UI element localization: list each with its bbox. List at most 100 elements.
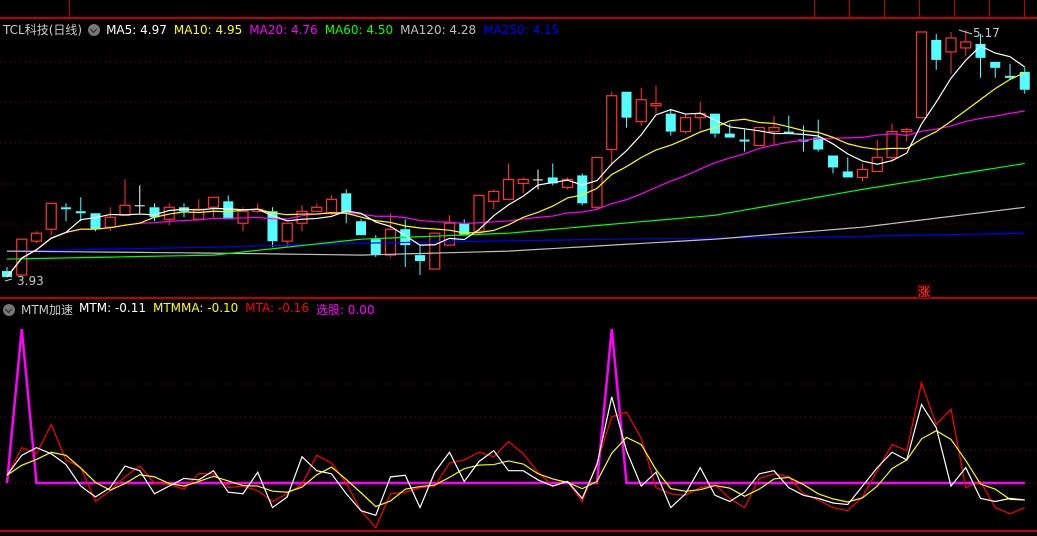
xuangu-line bbox=[5, 329, 1025, 485]
candle-body bbox=[621, 91, 632, 118]
candle bbox=[665, 109, 676, 136]
legend-item: MA20: 4.76 bbox=[249, 22, 318, 37]
low-price-label: 3.93 bbox=[17, 274, 44, 288]
candle bbox=[591, 156, 603, 210]
ma250-line bbox=[6, 232, 1025, 252]
candle bbox=[828, 155, 838, 174]
candle-body bbox=[842, 171, 853, 178]
candle bbox=[915, 31, 928, 119]
candle bbox=[1019, 67, 1030, 94]
candle-body bbox=[193, 208, 205, 220]
candle bbox=[783, 115, 794, 134]
candle-body bbox=[650, 103, 662, 107]
candle-body bbox=[281, 222, 293, 242]
candle-body bbox=[710, 113, 720, 134]
dropdown-chevron-icon[interactable] bbox=[3, 303, 15, 316]
candle-body bbox=[945, 37, 957, 53]
candle bbox=[606, 91, 618, 166]
candle bbox=[871, 139, 883, 173]
indicator-title: MTM加速 bbox=[21, 303, 74, 317]
candle bbox=[119, 179, 131, 216]
candle-body bbox=[207, 196, 220, 208]
candle-body bbox=[488, 190, 500, 202]
candle-body bbox=[856, 168, 869, 179]
high-price-label: 5.17 bbox=[973, 26, 1000, 40]
candle-body bbox=[724, 133, 735, 138]
candle bbox=[502, 163, 515, 200]
candle bbox=[635, 87, 647, 126]
candle-body bbox=[134, 205, 145, 207]
candle bbox=[768, 115, 780, 146]
candle-body bbox=[665, 113, 676, 132]
candle-body bbox=[16, 238, 28, 276]
candle bbox=[207, 196, 220, 218]
candle-body bbox=[517, 178, 529, 184]
candle bbox=[960, 30, 972, 56]
ma60-line bbox=[6, 162, 1025, 260]
candle-body bbox=[901, 129, 913, 133]
candle-body bbox=[90, 213, 101, 230]
candle-body bbox=[75, 211, 86, 214]
candle bbox=[945, 31, 957, 74]
candle bbox=[252, 203, 264, 214]
candle-body bbox=[119, 204, 131, 216]
stock-chart[interactable]: 3.93 5.17 涨 bbox=[0, 0, 1037, 536]
legend-item: MTA: -0.16 bbox=[245, 301, 309, 315]
candle bbox=[842, 157, 853, 178]
legend-item: MTM: -0.11 bbox=[79, 301, 146, 315]
candle-body bbox=[104, 216, 116, 228]
low-pointer-icon bbox=[4, 278, 13, 282]
candle-body bbox=[149, 207, 160, 218]
mtm-line bbox=[6, 396, 1025, 517]
candle-body bbox=[370, 239, 381, 256]
candle bbox=[488, 189, 500, 210]
candle-body bbox=[828, 155, 838, 168]
legend-item: MA60: 4.50 bbox=[324, 22, 394, 37]
candle bbox=[45, 202, 57, 236]
candle-body bbox=[960, 41, 972, 49]
candle-body bbox=[990, 61, 1001, 68]
candle-body bbox=[931, 39, 942, 60]
candle-body bbox=[325, 198, 338, 214]
candle-body bbox=[30, 232, 43, 242]
candle bbox=[517, 177, 529, 194]
candle-body bbox=[502, 178, 515, 200]
candle-body bbox=[915, 31, 928, 119]
candle bbox=[621, 91, 632, 128]
candle-body bbox=[886, 130, 898, 159]
candle bbox=[650, 85, 662, 114]
candle bbox=[931, 33, 942, 70]
stock-title: TCL科技(日线) bbox=[3, 23, 83, 37]
candle-body bbox=[577, 175, 588, 204]
legend-item: MA250: 4.15 bbox=[483, 22, 560, 37]
candle bbox=[134, 185, 145, 214]
candle bbox=[341, 189, 352, 224]
candle-body bbox=[768, 127, 780, 133]
candle-body bbox=[45, 202, 57, 230]
candle bbox=[856, 163, 869, 182]
candle-body bbox=[606, 95, 618, 151]
candle-body bbox=[311, 206, 323, 212]
candle-body bbox=[61, 207, 71, 210]
candle bbox=[886, 123, 898, 162]
candle-body bbox=[739, 139, 750, 142]
candle bbox=[281, 222, 293, 248]
indicator-legend: MTM加速 MTM: -0.11 MTMMA: -0.10 MTA: -0.16 选股… bbox=[3, 301, 375, 318]
candle-body bbox=[223, 201, 234, 220]
dropdown-chevron-icon[interactable] bbox=[88, 23, 101, 36]
candle bbox=[311, 203, 323, 212]
candle bbox=[975, 33, 986, 78]
candle bbox=[415, 245, 425, 276]
mtmma-line bbox=[6, 430, 1025, 508]
candle-body bbox=[679, 117, 692, 133]
candle bbox=[990, 61, 1001, 78]
candle-body bbox=[415, 255, 425, 262]
candle bbox=[429, 232, 441, 270]
candle-body bbox=[591, 156, 603, 208]
candle bbox=[61, 203, 71, 222]
legend-item: MA5: 4.97 bbox=[106, 22, 167, 37]
candle bbox=[296, 205, 308, 232]
rise-marker: 涨 bbox=[918, 284, 930, 299]
candle bbox=[679, 113, 692, 134]
candle-body bbox=[296, 210, 308, 224]
